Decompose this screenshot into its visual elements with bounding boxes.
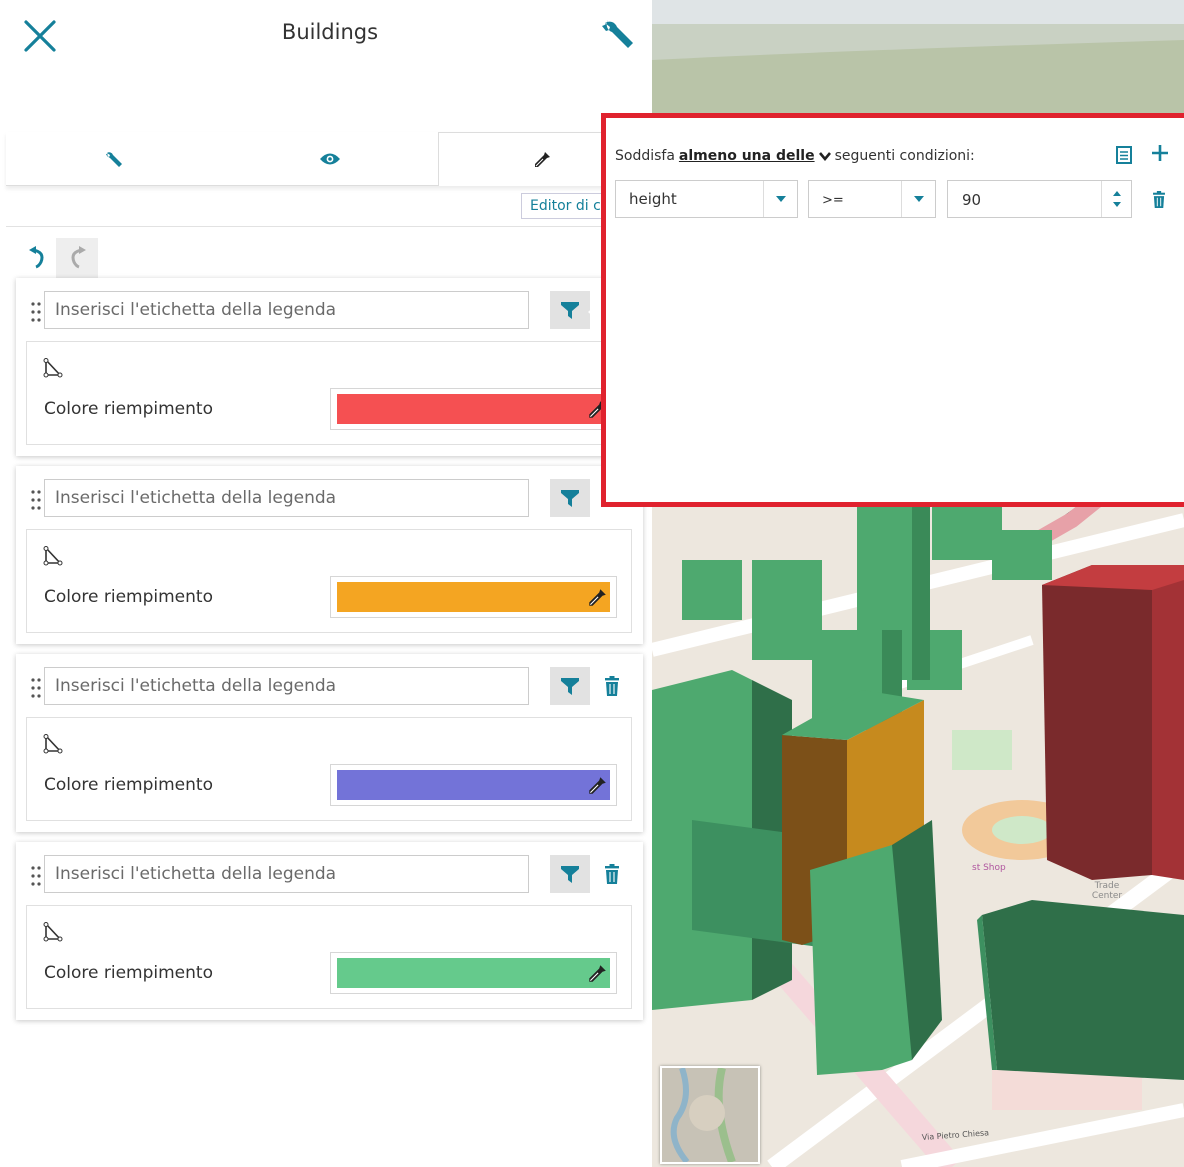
filter-icon xyxy=(561,302,579,319)
polygon-icon xyxy=(43,546,63,566)
attribute-value: height xyxy=(629,190,677,208)
divider xyxy=(6,226,646,227)
trash-icon xyxy=(605,676,619,696)
legend-label-input[interactable] xyxy=(44,479,529,517)
condition-suffix: seguenti condizioni: xyxy=(834,148,975,164)
eyedropper-icon xyxy=(589,589,606,606)
tab-general[interactable] xyxy=(6,132,222,186)
caret-down-icon xyxy=(763,181,797,217)
filter-popup: Soddisfa almeno una delle seguenti condi… xyxy=(601,113,1184,507)
eyedropper-icon xyxy=(589,965,606,982)
number-spinner[interactable] xyxy=(1101,181,1131,217)
style-rule: Colore riempimento xyxy=(16,466,643,644)
fill-color-label: Colore riempimento xyxy=(44,775,213,795)
color-swatch xyxy=(337,958,610,988)
redo-icon xyxy=(56,238,98,278)
legend-label-input[interactable] xyxy=(44,667,529,705)
rule-style-body: Colore riempimento xyxy=(26,341,632,445)
fill-color-picker[interactable] xyxy=(330,388,617,430)
fill-color-picker[interactable] xyxy=(330,952,617,994)
fill-color-label: Colore riempimento xyxy=(44,399,213,419)
rule-style-body: Colore riempimento xyxy=(26,905,632,1009)
style-panel: Buildings Editor di c Colore riempimen xyxy=(0,0,652,1167)
color-swatch xyxy=(337,582,610,612)
filter-button[interactable] xyxy=(550,479,590,517)
filter-icon xyxy=(561,490,579,507)
panel-title: Buildings xyxy=(281,20,379,44)
wrench-icon[interactable] xyxy=(598,14,642,58)
eye-icon xyxy=(320,153,340,165)
filter-button[interactable] xyxy=(550,667,590,705)
undo-icon[interactable] xyxy=(20,240,56,276)
legend-label-input[interactable] xyxy=(44,291,529,329)
eyedropper-icon xyxy=(589,777,606,794)
filter-icon xyxy=(561,678,579,695)
fill-color-label: Colore riempimento xyxy=(44,963,213,983)
tab-bar xyxy=(6,132,646,186)
color-swatch xyxy=(337,394,610,424)
chevron-down-icon[interactable] xyxy=(818,151,831,161)
drag-handle-icon[interactable] xyxy=(30,676,42,700)
drag-handle-icon[interactable] xyxy=(30,488,42,512)
caret-down-icon xyxy=(901,181,935,217)
operator-value: >= xyxy=(822,193,844,208)
drag-handle-icon[interactable] xyxy=(30,864,42,888)
filter-button[interactable] xyxy=(550,291,590,329)
popup-pointer xyxy=(588,303,598,321)
condition-mode-select[interactable]: almeno una delle xyxy=(679,148,815,164)
style-rule: Colore riempimento xyxy=(16,278,643,456)
drag-handle-icon[interactable] xyxy=(30,300,42,324)
filter-button[interactable] xyxy=(550,855,590,893)
fill-color-picker[interactable] xyxy=(330,576,617,618)
delete-rule-button[interactable] xyxy=(600,855,624,893)
fill-color-label: Colore riempimento xyxy=(44,587,213,607)
fill-color-picker[interactable] xyxy=(330,764,617,806)
condition-value-input[interactable]: 90 xyxy=(947,180,1132,218)
minimap[interactable] xyxy=(660,1066,760,1164)
color-swatch xyxy=(337,770,610,800)
polygon-icon xyxy=(43,922,63,942)
delete-rule-button[interactable] xyxy=(600,667,624,705)
trash-icon xyxy=(605,864,619,884)
legend-label-input[interactable] xyxy=(44,855,529,893)
polygon-icon xyxy=(43,734,63,754)
operator-select[interactable]: >= xyxy=(808,180,936,218)
style-rule: Colore riempimento xyxy=(16,842,643,1020)
condition-mode-line: Soddisfa almeno una delle seguenti condi… xyxy=(615,148,975,164)
attribute-select[interactable]: height xyxy=(615,180,798,218)
tab-display[interactable] xyxy=(222,132,438,186)
style-rule: Colore riempimento xyxy=(16,654,643,832)
trash-icon[interactable] xyxy=(1152,191,1168,209)
condition-value: 90 xyxy=(962,191,982,209)
map-label-shop: st Shop xyxy=(972,863,1006,873)
map-label-trade-center: Trade xyxy=(1094,881,1120,891)
eyedropper-icon xyxy=(535,151,550,167)
filter-icon xyxy=(561,866,579,883)
svg-text:Center: Center xyxy=(1092,891,1123,901)
wrench-icon xyxy=(106,152,122,167)
rule-style-body: Colore riempimento xyxy=(26,717,632,821)
rule-style-body: Colore riempimento xyxy=(26,529,632,633)
polygon-icon xyxy=(43,358,63,378)
list-icon[interactable] xyxy=(1116,146,1136,166)
add-condition-icon[interactable] xyxy=(1150,143,1174,167)
code-editor-button[interactable]: Editor di c xyxy=(521,193,611,219)
condition-prefix: Soddisfa xyxy=(615,148,675,164)
